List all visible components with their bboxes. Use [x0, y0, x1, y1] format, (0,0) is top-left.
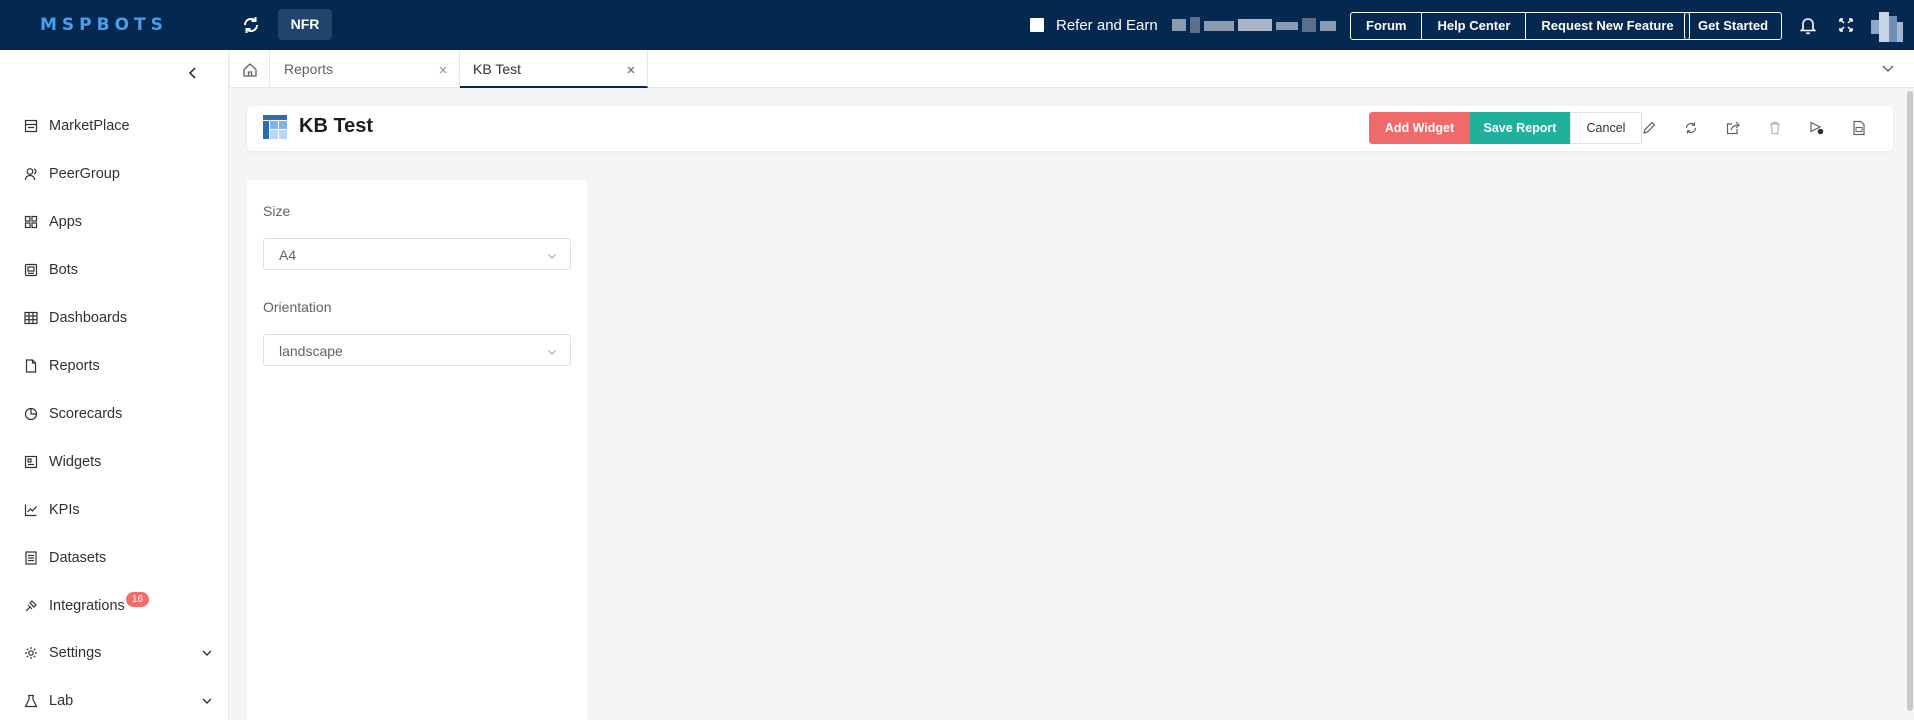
sidebar-item-datasets[interactable]: Datasets	[24, 546, 214, 570]
refresh-icon[interactable]	[1683, 120, 1699, 136]
top-navbar: MSPBOTS NFR Refer and Earn Forum Help Ce…	[0, 0, 1914, 50]
chevron-down-icon	[200, 694, 214, 708]
size-select[interactable]: A4	[263, 238, 571, 270]
size-label: Size	[263, 203, 291, 219]
mspbots-logo[interactable]: MSPBOTS	[40, 14, 168, 36]
sidebar-item-label: Scorecards	[49, 406, 123, 422]
chevron-down-icon	[546, 345, 558, 357]
help-center-link[interactable]: Help Center	[1421, 13, 1525, 39]
close-icon[interactable]	[437, 63, 449, 75]
export-pdf-icon[interactable]	[1851, 120, 1867, 136]
size-value: A4	[279, 247, 297, 263]
sidebar-item-scorecards[interactable]: Scorecards	[24, 402, 214, 426]
sidebar-item-label: Widgets	[49, 454, 102, 470]
report-header: KB Test Add Widget Save Report Cancel	[247, 106, 1893, 151]
integrations-count-badge: 16	[126, 592, 150, 607]
sidebar-item-label: Reports	[49, 358, 100, 374]
dashboard-icon	[24, 311, 38, 325]
sidebar-item-label: Dashboards	[49, 310, 128, 326]
tab-bar: Reports KB Test	[230, 50, 1914, 88]
schedule-icon[interactable]	[1809, 120, 1825, 136]
people-icon	[24, 167, 38, 181]
close-icon[interactable]	[625, 63, 637, 75]
tabs-dropdown-icon[interactable]	[1880, 62, 1896, 76]
sidebar-item-label: PeerGroup	[49, 166, 120, 182]
sidebar-item-label: KPIs	[49, 502, 80, 518]
orientation-select[interactable]: landscape	[263, 334, 571, 366]
sidebar-item-label: MarketPlace	[49, 118, 130, 134]
get-started-button[interactable]: Get Started	[1684, 12, 1782, 40]
sidebar-item-widgets[interactable]: Widgets	[24, 450, 214, 474]
home-tab[interactable]	[230, 50, 270, 88]
refer-label: Refer and Earn	[1056, 16, 1158, 34]
refer-and-earn[interactable]: Refer and Earn	[1030, 14, 1158, 36]
sidebar-item-lab[interactable]: Lab	[24, 689, 214, 713]
delete-icon[interactable]	[1767, 120, 1783, 136]
sidebar-item-label: Bots	[49, 262, 79, 278]
dataset-icon	[24, 551, 38, 565]
fullscreen-icon[interactable]	[1836, 15, 1856, 35]
report-icon	[24, 359, 38, 373]
orientation-value: landscape	[279, 343, 343, 359]
refresh-icon[interactable]	[240, 14, 262, 36]
widget-icon	[24, 455, 38, 469]
request-feature-link[interactable]: Request New Feature	[1525, 13, 1688, 39]
sidebar-item-marketplace[interactable]: MarketPlace	[24, 114, 214, 138]
sidebar-item-label: Settings	[49, 645, 102, 661]
cancel-button[interactable]: Cancel	[1570, 112, 1642, 144]
chart-icon	[24, 503, 38, 517]
page-settings-panel: Size A4 Orientation landscape	[247, 180, 587, 720]
help-links: Forum Help Center Request New Feature	[1350, 12, 1690, 40]
sidebar-item-reports[interactable]: Reports	[24, 354, 214, 378]
apps-icon	[24, 215, 38, 229]
bell-icon[interactable]	[1797, 14, 1819, 36]
sidebar-item-label: Datasets	[49, 550, 107, 566]
report-actions: Add Widget Save Report Cancel	[1369, 112, 1642, 144]
sidebar-item-peergroup[interactable]: PeerGroup	[24, 162, 214, 186]
flask-icon	[24, 694, 38, 708]
integration-icon	[24, 599, 38, 613]
user-avatar[interactable]	[1871, 12, 1903, 42]
tab-reports[interactable]: Reports	[271, 50, 460, 88]
save-report-button[interactable]: Save Report	[1470, 112, 1570, 144]
sidebar-item-label: Apps	[49, 214, 83, 230]
share-icon[interactable]	[1725, 120, 1741, 136]
orientation-label: Orientation	[263, 299, 332, 315]
blurred-account-name	[1172, 15, 1336, 37]
sidebar-item-apps[interactable]: Apps	[24, 210, 214, 234]
chevron-down-icon	[200, 646, 214, 660]
sidebar-item-bots[interactable]: Bots	[24, 258, 214, 282]
tab-label: Reports	[284, 61, 334, 77]
nfr-button[interactable]: NFR	[278, 9, 332, 40]
scorecard-icon	[24, 407, 38, 421]
gift-icon	[1030, 18, 1044, 32]
store-icon	[24, 119, 38, 133]
sidebar-item-settings[interactable]: Settings	[24, 641, 214, 665]
forum-link[interactable]: Forum	[1351, 13, 1421, 39]
collapse-sidebar-icon[interactable]	[184, 64, 202, 82]
sidebar-item-integrations[interactable]: Integrations 16	[24, 592, 214, 618]
tab-label: KB Test	[473, 61, 521, 77]
chevron-down-icon	[546, 249, 558, 261]
bot-icon	[24, 263, 38, 277]
scrollbar-thumb[interactable]	[1907, 91, 1913, 711]
gear-icon	[24, 646, 38, 660]
sidebar-item-kpis[interactable]: KPIs	[24, 498, 214, 522]
page-title: KB Test	[299, 115, 374, 137]
sidebar-item-label: Integrations	[49, 598, 125, 614]
add-widget-button[interactable]: Add Widget	[1369, 112, 1470, 144]
report-table-icon	[263, 115, 287, 139]
home-icon	[243, 63, 257, 77]
main-content: KB Test Add Widget Save Report Cancel Si…	[230, 89, 1914, 720]
sidebar: MarketPlace PeerGroup Apps Bots Dashboar…	[0, 50, 229, 720]
sidebar-item-dashboards[interactable]: Dashboards	[24, 306, 214, 330]
page-scrollbar[interactable]	[1906, 89, 1914, 720]
tab-kb-test[interactable]: KB Test	[460, 50, 648, 88]
sidebar-item-label: Lab	[49, 693, 74, 709]
edit-icon[interactable]	[1641, 120, 1657, 136]
